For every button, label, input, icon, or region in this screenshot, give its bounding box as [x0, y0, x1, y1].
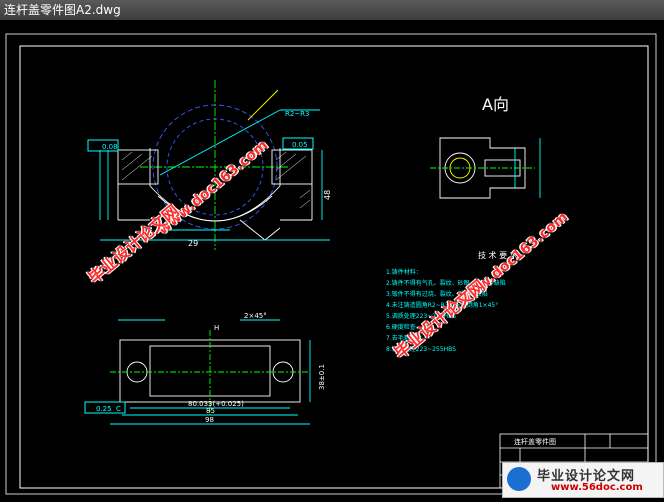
dim-48: 48 [323, 190, 332, 200]
bottom-width-2: 85 [206, 407, 215, 415]
dim-45: 2×45° [244, 312, 267, 320]
logo-badge-icon [507, 467, 531, 491]
bottom-width-1: 80.033(+0.025) [188, 400, 244, 408]
left-tol-ref: C [116, 405, 121, 413]
view-a-label: A向 [482, 95, 509, 114]
left-tol-box: 0.25 [96, 405, 112, 413]
site-logo: 毕业设计论文网 www.56doc.com [502, 462, 664, 498]
dim-29: 29 [188, 239, 198, 248]
tech-req-item: 1.铸件材料： [386, 268, 422, 276]
window-title: 连杆盖零件图A2.dwg [4, 3, 121, 17]
title-block-part-name: 连杆盖零件图 [514, 437, 556, 446]
view-a [430, 137, 541, 199]
dim-r: R2~R3 [285, 110, 310, 118]
title-bar: 连杆盖零件图A2.dwg [0, 0, 664, 21]
bottom-width-3: 98 [205, 416, 214, 424]
logo-url: www.56doc.com [551, 482, 643, 493]
top-tol-box-2: 0.05 [292, 141, 308, 149]
drawing-canvas[interactable]: 0.08 0.05 29 48 R2~R3 A向 技 术 要 求 1.铸件材料：… [0, 20, 664, 498]
top-tol-box: 0.08 [102, 143, 118, 151]
dim-h: H [214, 324, 219, 332]
dim-38: 38±0.1 [318, 364, 326, 390]
